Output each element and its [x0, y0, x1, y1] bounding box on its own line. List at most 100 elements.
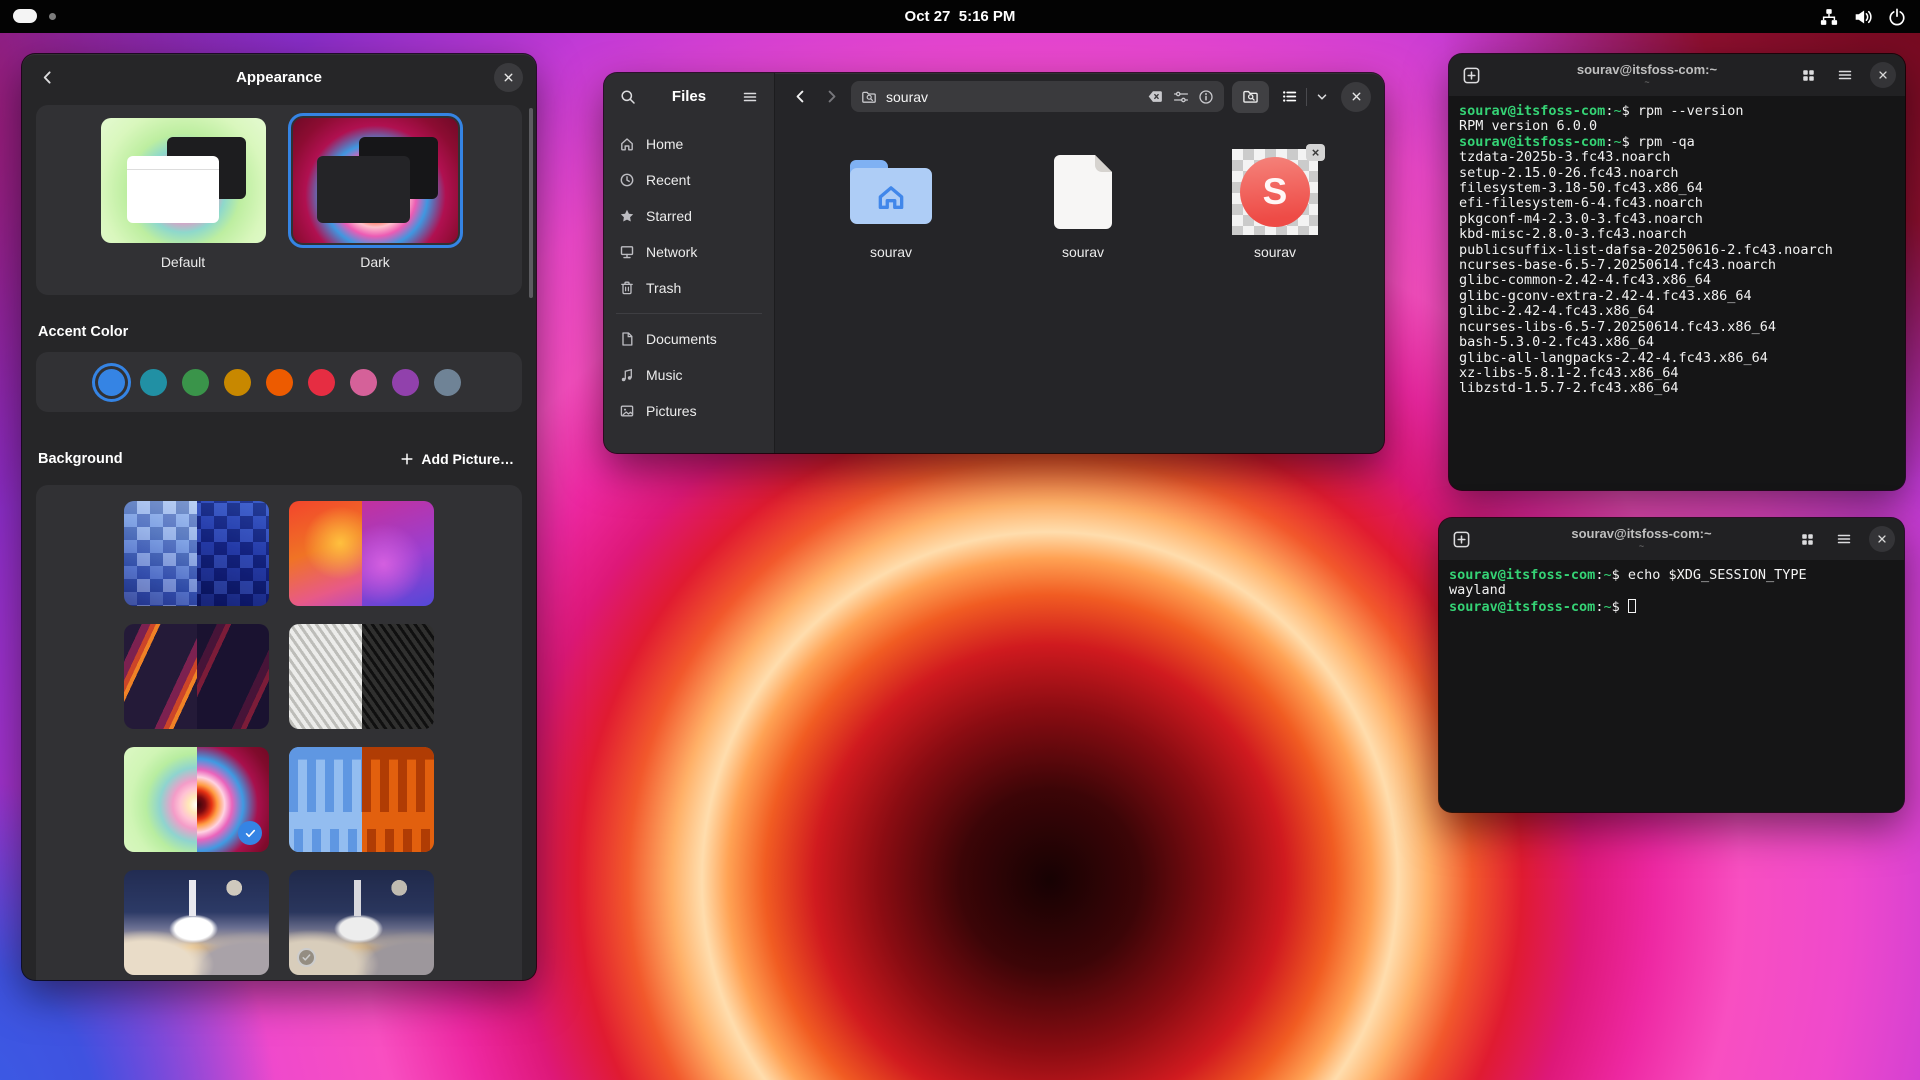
- menu-button[interactable]: [1833, 63, 1857, 87]
- system-tray[interactable]: [1820, 0, 1906, 33]
- folded-corner: [1095, 155, 1112, 172]
- info-icon[interactable]: [1198, 89, 1214, 105]
- document-icon: [1054, 155, 1112, 229]
- hamburger-icon: [1837, 67, 1853, 83]
- sidebar-item-recent[interactable]: Recent: [610, 162, 768, 198]
- file-item-document[interactable]: sourav: [1008, 146, 1158, 260]
- terminal-line: sourav@itsfoss-com:~$ rpm --version: [1459, 104, 1895, 119]
- nav-forward-button[interactable]: [820, 85, 843, 108]
- app-title: Files: [648, 88, 730, 105]
- wallpaper-shuttle-launch[interactable]: [124, 870, 269, 975]
- dynamic-wallpaper-badge: [297, 948, 316, 967]
- terminal-line: ncurses-base-6.5-7.20250614.fc43.noarch: [1459, 258, 1895, 273]
- wallpaper-light-half: [289, 501, 362, 606]
- accent-green-button[interactable]: [182, 369, 209, 396]
- sidebar-item-trash[interactable]: Trash: [610, 270, 768, 306]
- terminal-window-1: sourav@itsfoss-com:~ ~ sourav@itsfoss-co…: [1449, 54, 1905, 490]
- folder-icon: [850, 160, 932, 224]
- wallpaper-paint-drips[interactable]: [289, 747, 434, 852]
- sidebar-item-label: Documents: [646, 331, 717, 347]
- add-picture-button[interactable]: Add Picture…: [392, 445, 522, 473]
- files-sidebar-nav: Home Recent StarredNetwork Trash Documents Mu…: [604, 120, 774, 435]
- close-button[interactable]: [1341, 82, 1371, 112]
- terminal-line: pkgconf-m4-2.3.0-3.fc43.noarch: [1459, 212, 1895, 227]
- terminal-line: ncurses-libs-6.5-7.20250614.fc43.x86_64: [1459, 320, 1895, 335]
- terminal-output[interactable]: sourav@itsfoss-com:~$ rpm --versionRPM v…: [1449, 96, 1905, 405]
- accent-red-button[interactable]: [308, 369, 335, 396]
- file-item-folder[interactable]: sourav: [816, 146, 966, 260]
- new-tab-button[interactable]: [1458, 62, 1485, 89]
- style-option-default[interactable]: Default: [101, 118, 266, 295]
- folder-search-icon: [861, 89, 877, 105]
- star-icon: [619, 208, 635, 224]
- sidebar-item-pictures[interactable]: Pictures: [610, 393, 768, 429]
- wallpaper-dark-half: [197, 624, 270, 729]
- list-view-button[interactable]: [1277, 84, 1302, 109]
- accent-pink-button[interactable]: [350, 369, 377, 396]
- wallpaper-light-half: [124, 624, 197, 729]
- chevron-right-icon: [823, 88, 840, 105]
- wallpaper-gray-lines[interactable]: [289, 624, 434, 729]
- accent-orange-button[interactable]: [266, 369, 293, 396]
- accent-slate-button[interactable]: [434, 369, 461, 396]
- terminal-cursor: [1628, 599, 1636, 613]
- terminal-line: sourav@itsfoss-com:~$: [1449, 599, 1894, 615]
- menu-button[interactable]: [1832, 527, 1856, 551]
- wallpaper-shuttle-launch-dynamic[interactable]: [289, 870, 434, 975]
- files-sidebar: Files Home Recent StarredNetwork Trash Docum…: [604, 73, 775, 453]
- clock[interactable]: Oct 27 5:16 PM: [0, 0, 1920, 33]
- wallpaper-light-half: [124, 501, 197, 606]
- accent-blue-button[interactable]: [98, 369, 125, 396]
- terminal-subtitle: ~: [1644, 78, 1649, 87]
- terminal-line: sourav@itsfoss-com:~$ echo $XDG_SESSION_…: [1449, 568, 1894, 583]
- sidebar-item-network[interactable]: Network: [610, 234, 768, 270]
- terminal-line: kbd-misc-2.8.0-3.fc43.noarch: [1459, 227, 1895, 242]
- appearance-content: DefaultDark Accent Color Background Add …: [22, 100, 536, 980]
- wallpaper-dark-half: [362, 624, 435, 729]
- search-button[interactable]: [616, 85, 640, 109]
- scrollbar[interactable]: [529, 108, 533, 298]
- close-button[interactable]: [1869, 526, 1895, 552]
- nav-back-button[interactable]: [789, 85, 812, 108]
- terminal-subtitle: ~: [1639, 542, 1644, 551]
- sidebar-item-music[interactable]: Music: [610, 357, 768, 393]
- terminal-line: glibc-2.42-4.fc43.x86_64: [1459, 304, 1895, 319]
- accent-teal-button[interactable]: [140, 369, 167, 396]
- search-icon: [620, 89, 636, 105]
- view-menu-button[interactable]: [1311, 86, 1333, 108]
- terminal-line: libzstd-1.5.7-2.fc43.x86_64: [1459, 381, 1895, 396]
- accent-purple-button[interactable]: [392, 369, 419, 396]
- terminal-output[interactable]: sourav@itsfoss-com:~$ echo $XDG_SESSION_…: [1439, 560, 1904, 623]
- terminal-line: glibc-gconv-extra-2.42-4.fc43.x86_64: [1459, 289, 1895, 304]
- wallpaper-dark-layers[interactable]: [124, 624, 269, 729]
- sidebar-item-home[interactable]: Home: [610, 126, 768, 162]
- wallpaper-blue-geometric[interactable]: [124, 501, 269, 606]
- path-bar[interactable]: sourav: [851, 81, 1224, 112]
- plus-box-icon: [1462, 66, 1481, 85]
- tab-overview-button[interactable]: [1797, 64, 1820, 87]
- back-button[interactable]: [35, 65, 60, 90]
- wallpaper-grid: [36, 485, 522, 980]
- sidebar-item-documents[interactable]: Documents: [610, 321, 768, 357]
- sidebar-item-starred[interactable]: Starred: [610, 198, 768, 234]
- accent-yellow-button[interactable]: [224, 369, 251, 396]
- terminal-headerbar: sourav@itsfoss-com:~ ~: [1439, 518, 1904, 560]
- wallpaper-radial-rings[interactable]: [124, 747, 269, 852]
- filter-options-icon[interactable]: [1173, 89, 1189, 105]
- close-button[interactable]: [1870, 62, 1896, 88]
- clear-icon[interactable]: [1147, 88, 1164, 105]
- close-button[interactable]: [494, 63, 523, 92]
- wallpaper-orange-purple-gradient[interactable]: [289, 501, 434, 606]
- wallpaper-dark-half: [197, 501, 270, 606]
- tab-overview-button[interactable]: [1796, 528, 1819, 551]
- file-item-image[interactable]: S×sourav: [1200, 146, 1350, 260]
- main-menu-button[interactable]: [738, 85, 762, 109]
- search-in-folder-toggle[interactable]: [1232, 81, 1269, 113]
- terminal-line: glibc-common-2.42-4.fc43.x86_64: [1459, 273, 1895, 288]
- new-tab-button[interactable]: [1448, 526, 1475, 553]
- sidebar-item-label: Recent: [646, 172, 690, 188]
- style-option-dark[interactable]: Dark: [293, 118, 458, 295]
- terminal-line: sourav@itsfoss-com:~$ rpm -qa: [1459, 135, 1895, 150]
- sidebar-item-label: Trash: [646, 280, 681, 296]
- file-item-label: sourav: [1062, 244, 1104, 260]
